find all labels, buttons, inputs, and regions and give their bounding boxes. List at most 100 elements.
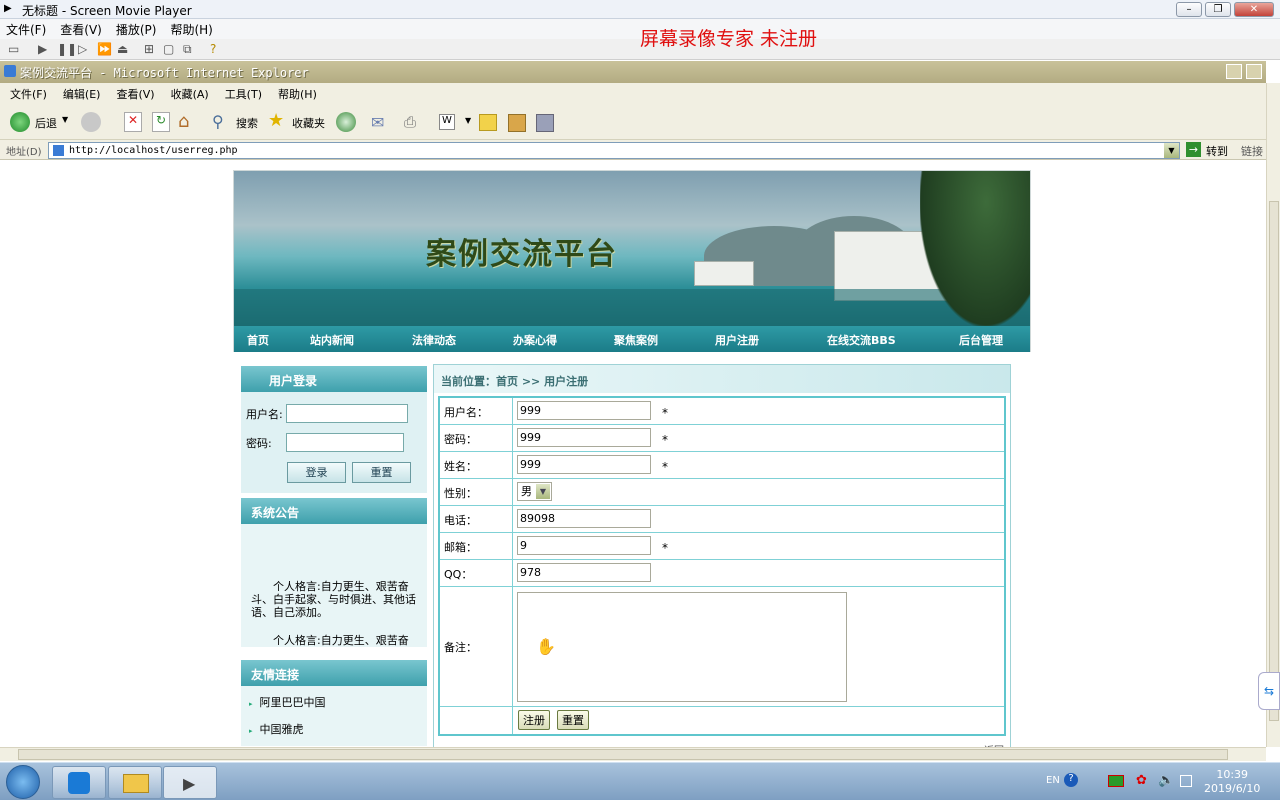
- maximize-button[interactable]: ❐: [1205, 2, 1231, 17]
- go-arrow-icon[interactable]: →: [1186, 142, 1201, 157]
- monitor-icon[interactable]: [1180, 775, 1192, 787]
- help-icon[interactable]: ?: [210, 42, 216, 56]
- back-label[interactable]: 后退: [35, 115, 57, 131]
- row-gender: 性别： 男 ▼: [440, 479, 1004, 506]
- messenger-icon[interactable]: [536, 114, 554, 132]
- username-input[interactable]: [517, 401, 651, 420]
- ie-menu-tools[interactable]: 工具(T): [225, 86, 262, 102]
- ie-menu-favorites[interactable]: 收藏(A): [171, 86, 209, 102]
- player-menu-help[interactable]: 帮助(H): [170, 21, 212, 38]
- edit-icon[interactable]: W: [439, 114, 455, 130]
- teamviewer-side-icon[interactable]: ⇆: [1258, 672, 1280, 710]
- network-tray-icon[interactable]: [1108, 775, 1124, 787]
- password-input[interactable]: [517, 428, 651, 447]
- register-submit-button[interactable]: 注册: [518, 710, 550, 730]
- ie-menu-help[interactable]: 帮助(H): [278, 86, 317, 102]
- required-mark: *: [662, 433, 668, 447]
- link-item[interactable]: ▸ 中国雅虎: [249, 721, 304, 737]
- nav-news[interactable]: 站内新闻: [310, 332, 354, 348]
- scroll-thumb[interactable]: [1269, 201, 1279, 721]
- vertical-scrollbar[interactable]: [1266, 83, 1280, 747]
- stop-icon[interactable]: ✕: [124, 112, 142, 132]
- minimize-button[interactable]: –: [1176, 2, 1202, 17]
- chevron-down-icon: ▼: [536, 484, 550, 499]
- scroll-thumb[interactable]: [18, 749, 1228, 760]
- browser-minimize-button[interactable]: [1226, 64, 1242, 79]
- links-heading: 友情连接: [241, 660, 427, 686]
- tray-app-icon[interactable]: ✿: [1136, 773, 1147, 788]
- register-reset-button[interactable]: 重置: [557, 710, 589, 730]
- phone-input[interactable]: [517, 509, 651, 528]
- address-input[interactable]: http://localhost/userreg.php ▼: [48, 142, 1180, 159]
- player-title-bar: ▶ 无标题 - Screen Movie Player – ❐ ✕: [0, 0, 1280, 19]
- clock[interactable]: 10:39 2019/6/10: [1204, 768, 1260, 796]
- ie-menu-view[interactable]: 查看(V): [116, 86, 154, 102]
- folder-icon[interactable]: [479, 114, 497, 131]
- ie-menu-file[interactable]: 文件(F): [10, 86, 47, 102]
- nav-bbs[interactable]: 在线交流BBS: [827, 332, 896, 348]
- window-icon[interactable]: ▢: [163, 42, 174, 56]
- login-username-input[interactable]: [286, 404, 408, 423]
- teamviewer-icon: [68, 772, 90, 794]
- remark-textarea[interactable]: [517, 592, 847, 702]
- player-menu-view[interactable]: 查看(V): [60, 21, 102, 38]
- pause-icon[interactable]: ❚❚: [57, 42, 77, 56]
- name-input[interactable]: [517, 455, 651, 474]
- eject-icon[interactable]: ⏏: [117, 42, 128, 56]
- help-icon[interactable]: ?: [1064, 773, 1078, 787]
- history-icon[interactable]: [336, 112, 356, 132]
- building-shape: [694, 261, 754, 286]
- nav-home[interactable]: 首页: [247, 332, 269, 348]
- nav-law[interactable]: 法律动态: [412, 332, 456, 348]
- search-icon[interactable]: ⚲: [212, 112, 224, 131]
- qq-label: QQ：: [444, 568, 473, 581]
- research-icon[interactable]: [508, 114, 526, 132]
- address-dropdown-icon[interactable]: ▼: [1164, 143, 1179, 158]
- login-button[interactable]: 登录: [287, 462, 346, 483]
- refresh-icon[interactable]: ↻: [152, 112, 170, 132]
- back-arrow-icon[interactable]: [10, 112, 30, 132]
- gender-select[interactable]: 男 ▼: [517, 482, 552, 501]
- taskbar-explorer[interactable]: [108, 766, 162, 799]
- horizontal-scrollbar[interactable]: [0, 747, 1266, 761]
- taskbar-player[interactable]: ▶: [163, 766, 217, 799]
- player-menu-play[interactable]: 播放(P): [116, 21, 157, 38]
- links-button[interactable]: 链接: [1241, 143, 1263, 159]
- volume-icon[interactable]: 🔈: [1158, 773, 1174, 788]
- search-label[interactable]: 搜索: [236, 115, 258, 131]
- start-button[interactable]: [6, 765, 40, 799]
- email-input[interactable]: [517, 536, 651, 555]
- step-icon[interactable]: ▷: [78, 42, 87, 56]
- zoom-icon[interactable]: ⊞: [144, 42, 154, 56]
- fast-forward-icon[interactable]: ⏩: [97, 42, 112, 56]
- taskbar-teamviewer[interactable]: [52, 766, 106, 799]
- login-reset-button[interactable]: 重置: [352, 462, 411, 483]
- login-username-label: 用户名:: [246, 408, 283, 421]
- open-icon[interactable]: ▭: [8, 42, 19, 56]
- login-password-input[interactable]: [286, 433, 404, 452]
- home-icon[interactable]: ⌂: [178, 111, 189, 132]
- play-icon[interactable]: ▶: [38, 42, 47, 56]
- edit-dropdown-icon[interactable]: ▼: [465, 116, 471, 125]
- nav-admin[interactable]: 后台管理: [959, 332, 1003, 348]
- link-item[interactable]: ▸ 阿里巴巴中国: [249, 694, 326, 710]
- ie-menu-edit[interactable]: 编辑(E): [63, 86, 101, 102]
- qq-input[interactable]: [517, 563, 651, 582]
- forward-arrow-icon[interactable]: [81, 112, 101, 132]
- row-remark: 备注： ✋: [440, 587, 1004, 707]
- go-button[interactable]: 转到: [1206, 143, 1228, 159]
- phone-label: 电话：: [444, 514, 477, 527]
- language-indicator[interactable]: EN: [1046, 775, 1060, 786]
- print-icon[interactable]: ⎙: [404, 113, 416, 131]
- close-button[interactable]: ✕: [1234, 2, 1274, 17]
- fullscreen-icon[interactable]: ⧉: [183, 42, 192, 57]
- player-menu-file[interactable]: 文件(F): [6, 21, 46, 38]
- mail-icon[interactable]: ✉: [371, 113, 384, 132]
- favorites-label[interactable]: 收藏夹: [292, 115, 325, 131]
- nav-cases[interactable]: 聚焦案例: [614, 332, 658, 348]
- nav-register[interactable]: 用户注册: [715, 332, 759, 348]
- back-dropdown-icon[interactable]: ▼: [62, 115, 68, 124]
- browser-restore-button[interactable]: [1246, 64, 1262, 79]
- favorites-star-icon[interactable]: ★: [268, 110, 284, 131]
- nav-experience[interactable]: 办案心得: [513, 332, 557, 348]
